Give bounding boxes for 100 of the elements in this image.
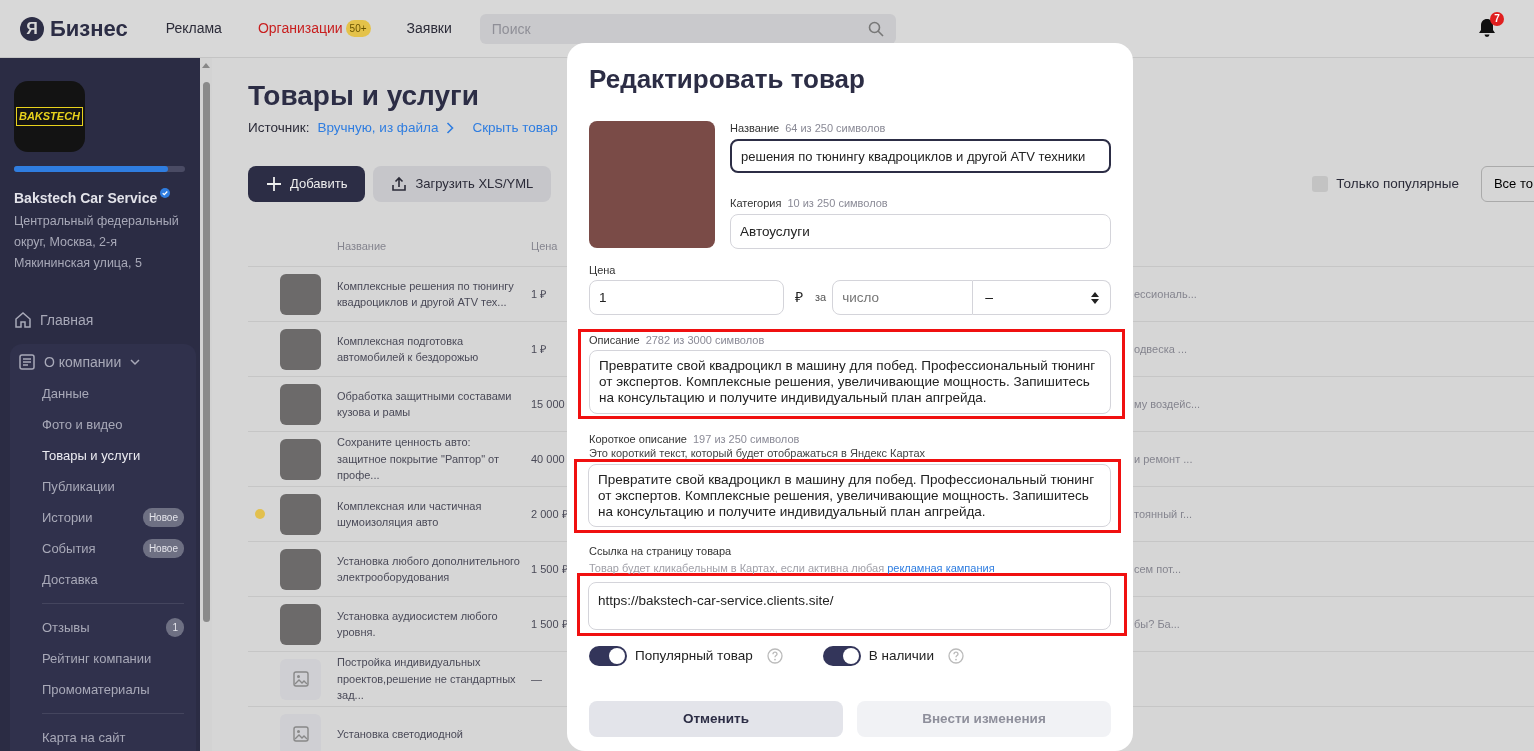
product-price: 1 ₽: [531, 287, 547, 300]
sidebar-item[interactable]: О компании: [18, 346, 142, 378]
modal-title: Редактировать товар: [589, 63, 866, 95]
image-icon: [291, 670, 310, 688]
short-description-field[interactable]: Превратите свой квадроцикл в машину для побед. Профессиональный тюнинг от экспертов. Комплексные решения, увеличивающие мощность. Запишитесь на консультацию и получите индивидуальный план апгрейда.: [588, 464, 1111, 527]
sidebar-subitem[interactable]: События Новое: [14, 533, 192, 564]
photo-placeholder: [280, 383, 321, 425]
nav-link[interactable]: Организации: [257, 18, 343, 39]
logo-text[interactable]: Бизнес: [50, 12, 128, 45]
field-label: Категория: [730, 196, 782, 210]
toolbar-button[interactable]: Загрузить XLS/YML: [373, 166, 552, 202]
description-field[interactable]: Превратите свой квадроцикл в машину для побед. Профессиональный тюнинг от экспертов. Комплексные решения, увеличивающие мощность. Запишитесь на консультацию и получите индивидуальный план апгрейда.: [589, 350, 1111, 414]
count-badge: Новое: [142, 539, 184, 558]
product-title: Сохраните ценность авто: защитное покрытие "Раптор" от профе...: [337, 436, 499, 482]
product-price: 1 ₽: [531, 342, 547, 355]
help-icon[interactable]: [766, 648, 783, 664]
page-title: Товары и услуги: [248, 79, 479, 113]
house-icon: [14, 311, 32, 329]
sidebar-subitem[interactable]: Отзывы 1: [14, 612, 192, 643]
image-icon: [291, 725, 310, 743]
product-description: одвеска ...: [1134, 342, 1188, 355]
company-address: Центральный федеральный округ, Москва, 2-я Мякининская улица, 5: [14, 213, 180, 272]
chevron-icon: [446, 122, 455, 134]
toolbar-button[interactable]: Добавить: [248, 166, 366, 202]
field-label: Описание: [589, 333, 640, 347]
product-price: 15 000: [531, 397, 565, 410]
unit-value: –: [985, 288, 993, 307]
sidebar-subitem[interactable]: Карта на сайт: [14, 722, 192, 751]
product-description: и ремонт ...: [1134, 452, 1193, 465]
field-label: Цена: [589, 263, 616, 277]
help-icon[interactable]: [947, 648, 964, 664]
character-counter: 2782 из 3000 символов: [645, 333, 765, 347]
unit-select[interactable]: –: [973, 280, 1111, 315]
scrollbar-thumb[interactable]: [203, 82, 210, 622]
source-label: Источник:: [248, 118, 310, 137]
view-button[interactable]: Все то: [1480, 166, 1534, 202]
notification-badge: 7: [1490, 11, 1504, 26]
quantity-field[interactable]: число: [832, 280, 974, 315]
photo-placeholder: [280, 603, 321, 645]
sidebar-subitem[interactable]: Доставка: [14, 564, 192, 595]
category-field[interactable]: Автоуслуги: [730, 214, 1111, 249]
logo-mark[interactable]: Я: [20, 16, 44, 41]
product-title: Комплексные решения по тюнингу квадроциклов и другой ATV тех...: [337, 279, 514, 308]
product-description: бы? Ба...: [1134, 617, 1180, 630]
modal-button[interactable]: Отменить: [589, 701, 843, 737]
scroll-up-icon[interactable]: [202, 62, 210, 68]
sidebar-subitem[interactable]: Промоматериалы: [14, 674, 192, 705]
product-title: Установка светодиодной: [337, 727, 463, 740]
name-field[interactable]: решения по тюнингу квадроциклов и другой ATV техники: [730, 139, 1111, 173]
currency-label: ₽: [795, 288, 803, 307]
character-counter: 197 из 250 символов: [692, 432, 800, 446]
upload-icon: [391, 176, 408, 192]
company-name: Bakstech Car Service: [14, 189, 158, 208]
product-description: ессиональ...: [1134, 287, 1197, 300]
product-title: Установка любого дополнительного электрооборудования: [337, 554, 520, 583]
product-description: му воздейс...: [1134, 397, 1201, 410]
sidebar-subitem[interactable]: Истории Новое: [14, 502, 192, 533]
filter-checkbox[interactable]: Только популярные: [1312, 173, 1459, 195]
url-field[interactable]: https://bakstech-car-service.clients.site/: [588, 582, 1111, 630]
price-field[interactable]: 1: [589, 280, 784, 315]
plus-icon: [266, 176, 282, 192]
product-description: сем пот...: [1134, 562, 1182, 575]
character-counter: 10 из 250 символов: [787, 196, 888, 210]
product-price: —: [531, 672, 542, 685]
photo-placeholder: [280, 493, 321, 535]
nav-link[interactable]: Заявки: [406, 18, 452, 39]
nav-link[interactable]: Реклама: [165, 18, 222, 39]
toggle-label: Популярный товар: [635, 646, 753, 665]
product-title: Установка аудиосистем любого уровня.: [337, 609, 498, 638]
sidebar-subitem[interactable]: Рейтинг компании: [14, 643, 192, 674]
product-title: Постройка индивидуальных проектов,решение не стандартных зад...: [337, 656, 516, 702]
toggle-switch[interactable]: [589, 646, 627, 666]
search-icon: [867, 20, 884, 37]
per-label: за: [815, 290, 827, 306]
product-description: тоянный г...: [1134, 507, 1193, 520]
product-title: Обработка защитными составами кузова и рамы: [337, 389, 512, 418]
sidebar-item[interactable]: Главная: [14, 304, 192, 336]
photo-placeholder: [280, 438, 321, 480]
character-counter: 64 из 250 символов: [785, 121, 886, 135]
field-hint: Товар будет кликабельным в Картах, если активна любая рекламная кампания: [589, 561, 996, 575]
product-price: 40 000: [531, 452, 565, 465]
logo-text: BAKSTECH: [15, 107, 84, 126]
photo-placeholder: [280, 548, 321, 590]
photo-placeholder: [280, 273, 321, 315]
search-field[interactable]: Поиск: [479, 13, 896, 44]
field-label: Название: [730, 121, 780, 135]
column-header: Цена: [531, 238, 559, 254]
sidebar-subitem[interactable]: Данные: [14, 378, 192, 409]
bell-icon[interactable]: [1478, 18, 1496, 39]
product-title: Комплексная подготовка автомобилей к бездорожью: [337, 334, 479, 363]
sort-arrows-icon: [1090, 290, 1100, 305]
sidebar-subitem[interactable]: Публикации: [14, 471, 192, 502]
ad-campaign-link[interactable]: рекламная кампания: [887, 562, 995, 574]
sidebar-subitem[interactable]: Товары и услуги: [14, 440, 192, 471]
toggle-switch[interactable]: [822, 646, 861, 666]
count-badge: 1: [166, 618, 184, 637]
sidebar-subitem[interactable]: Фото и видео: [14, 409, 192, 440]
count-badge: 50+: [345, 20, 371, 37]
field-label: Короткое описание: [589, 432, 687, 446]
field-hint: Это короткий текст, который будет отображаться в Яндекс Картах: [589, 446, 926, 460]
